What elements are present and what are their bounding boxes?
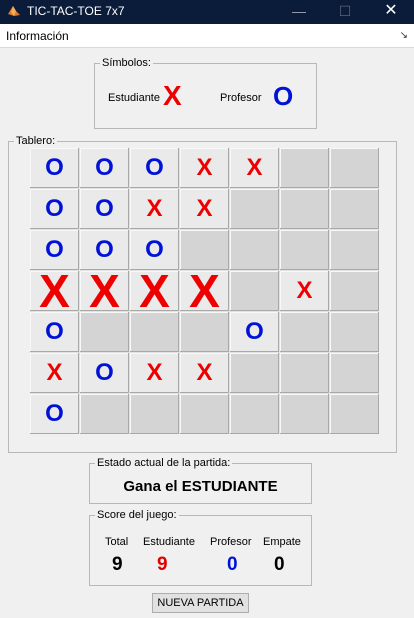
menu-bar: Información ↘: [0, 24, 414, 48]
board-cell-0-1[interactable]: O: [80, 148, 129, 188]
teacher-symbol: O: [273, 81, 294, 111]
board-cell-0-5[interactable]: [280, 148, 329, 188]
board-cell-2-6[interactable]: [330, 230, 379, 270]
board-cell-4-5[interactable]: [280, 312, 329, 352]
board-cell-1-2[interactable]: X: [130, 189, 179, 229]
window-title: TIC-TAC-TOE 7x7: [27, 4, 125, 18]
status-legend: Estado actual de la partida:: [95, 457, 233, 469]
score-value-total: 9: [112, 554, 123, 575]
board-cell-4-6[interactable]: [330, 312, 379, 352]
board-cell-0-2[interactable]: O: [130, 148, 179, 188]
board-cell-0-4[interactable]: X: [230, 148, 279, 188]
board-cell-5-0[interactable]: X: [30, 353, 79, 393]
board-cell-5-6[interactable]: [330, 353, 379, 393]
board-cell-0-6[interactable]: [330, 148, 379, 188]
board-cell-6-6[interactable]: [330, 394, 379, 434]
board-cell-6-5[interactable]: [280, 394, 329, 434]
board-cell-2-5[interactable]: [280, 230, 329, 270]
board-cell-3-2[interactable]: X: [130, 265, 179, 317]
matlab-icon: [8, 6, 20, 16]
score-value-empate: 0: [274, 554, 285, 575]
board-cell-1-1[interactable]: O: [80, 189, 129, 229]
board-cell-5-5[interactable]: [280, 353, 329, 393]
maximize-button[interactable]: ☐: [322, 0, 368, 24]
student-label: Estudiante: [108, 92, 160, 104]
score-header-profesor: Profesor: [210, 536, 252, 548]
board-cell-6-0[interactable]: O: [30, 394, 79, 434]
board-cell-1-3[interactable]: X: [180, 189, 229, 229]
board-cell-3-5[interactable]: X: [280, 271, 329, 311]
arrow-icon[interactable]: ↘: [400, 30, 408, 41]
board-cell-1-5[interactable]: [280, 189, 329, 229]
teacher-label: Profesor: [220, 92, 262, 104]
board-cell-6-1[interactable]: [80, 394, 129, 434]
board-cell-4-1[interactable]: [80, 312, 129, 352]
board-cell-1-4[interactable]: [230, 189, 279, 229]
board-cell-4-0[interactable]: O: [30, 312, 79, 352]
board-cell-3-0[interactable]: X: [30, 265, 79, 317]
board-cell-1-6[interactable]: [330, 189, 379, 229]
score-header-empate: Empate: [263, 536, 301, 548]
board-cell-3-4[interactable]: [230, 271, 279, 311]
status-text: Gana el ESTUDIANTE: [123, 478, 278, 495]
board-cell-4-2[interactable]: [130, 312, 179, 352]
board-cell-6-4[interactable]: [230, 394, 279, 434]
minimize-button[interactable]: —: [276, 0, 322, 24]
board-cell-3-1[interactable]: X: [80, 265, 129, 317]
score-value-estudiante: 9: [157, 554, 168, 575]
board-cell-4-3[interactable]: [180, 312, 229, 352]
student-symbol: X: [163, 80, 182, 111]
symbols-legend: Símbolos:: [100, 57, 153, 69]
menu-item-informacion[interactable]: Información: [6, 29, 69, 43]
game-board: OOOXXOOXXOOOXXXXXOOXOXXO: [30, 148, 379, 434]
score-legend: Score del juego:: [95, 509, 179, 521]
title-bar: TIC-TAC-TOE 7x7 — ☐ ✕: [0, 0, 414, 24]
board-cell-5-4[interactable]: [230, 353, 279, 393]
score-value-profesor: 0: [227, 554, 238, 575]
board-cell-2-4[interactable]: [230, 230, 279, 270]
score-header-estudiante: Estudiante: [143, 536, 195, 548]
board-cell-0-3[interactable]: X: [180, 148, 229, 188]
close-button[interactable]: ✕: [368, 0, 414, 24]
board-cell-5-2[interactable]: X: [130, 353, 179, 393]
board-cell-5-3[interactable]: X: [180, 353, 229, 393]
board-cell-3-6[interactable]: [330, 271, 379, 311]
board-cell-3-3[interactable]: X: [180, 265, 229, 317]
board-legend: Tablero:: [14, 135, 58, 147]
status-panel: Estado actual de la partida: Gana el EST…: [89, 457, 312, 504]
board-cell-5-1[interactable]: O: [80, 353, 129, 393]
board-cell-0-0[interactable]: O: [30, 148, 79, 188]
symbols-panel: Símbolos: Estudiante X Profesor O: [94, 57, 317, 129]
board-cell-4-4[interactable]: O: [230, 312, 279, 352]
board-cell-6-2[interactable]: [130, 394, 179, 434]
score-header-total: Total: [105, 536, 129, 548]
board-cell-1-0[interactable]: O: [30, 189, 79, 229]
score-panel: Score del juego: Total Estudiante Profes…: [89, 509, 312, 586]
new-game-button[interactable]: NUEVA PARTIDA: [152, 593, 249, 613]
board-cell-6-3[interactable]: [180, 394, 229, 434]
